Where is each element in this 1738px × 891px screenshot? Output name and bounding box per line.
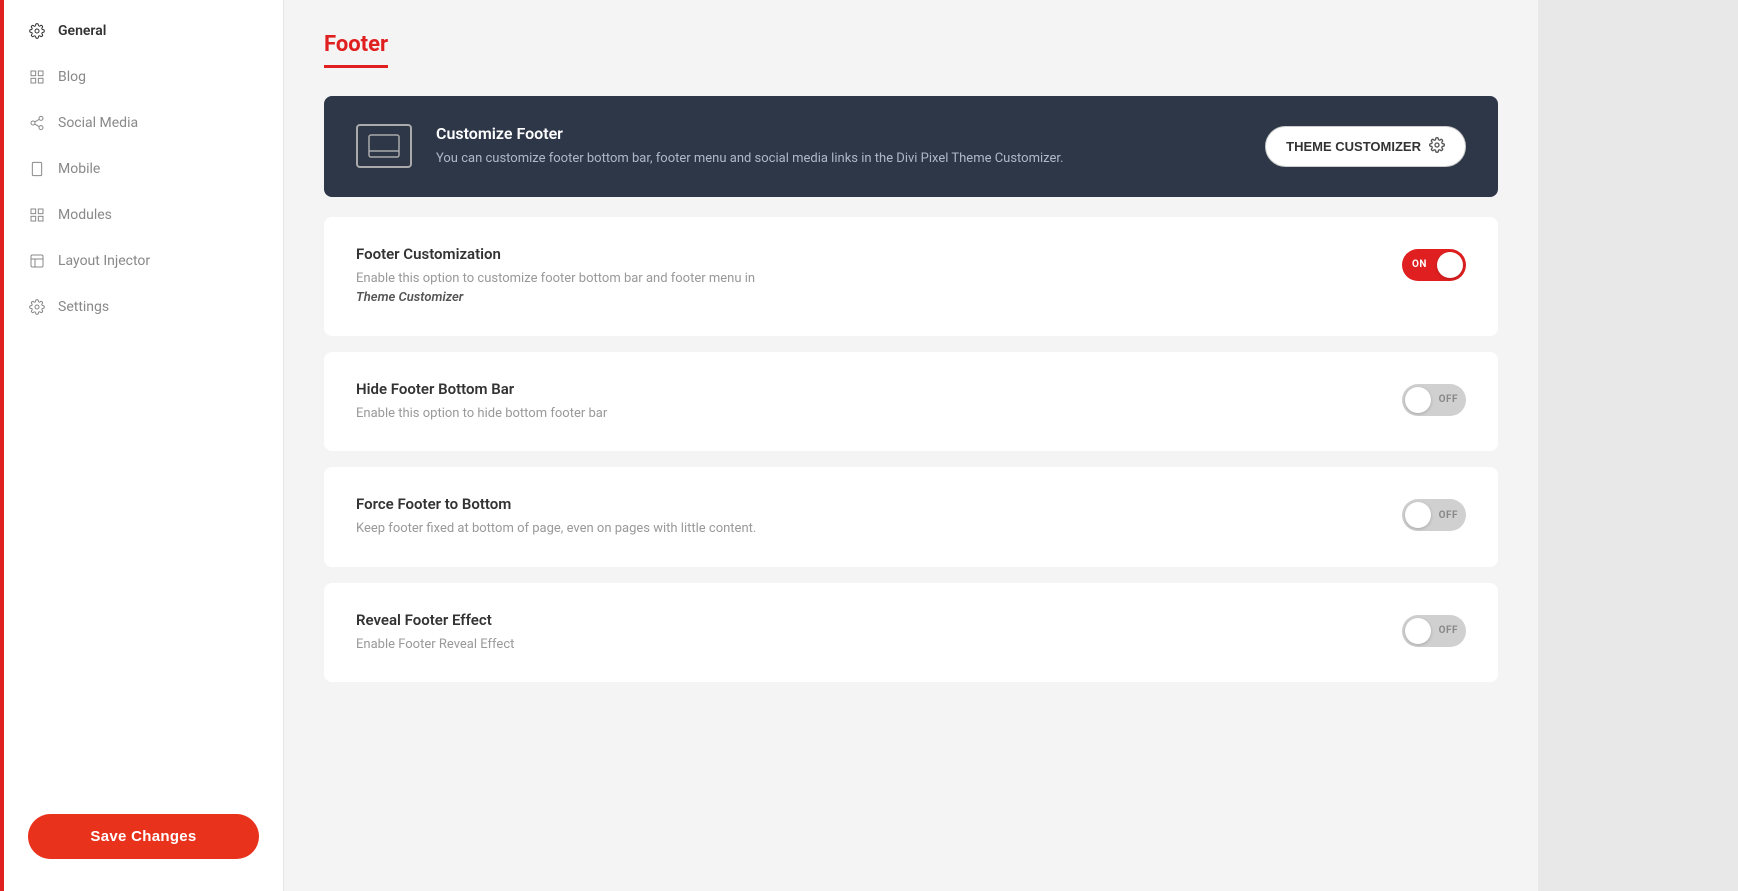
toggle-hide-footer[interactable]: OFF [1402, 384, 1466, 416]
setting-reveal-footer-effect-desc: Enable Footer Reveal Effect [356, 635, 514, 655]
sidebar-item-social-media-label: Social Media [58, 115, 138, 131]
setting-hide-footer-bottom-bar-text: Hide Footer Bottom Bar Enable this optio… [356, 380, 607, 424]
toggle-force-footer-knob [1405, 502, 1431, 528]
toggle-force-footer-wrap: OFF [1402, 499, 1466, 531]
customize-card-text: Customize Footer You can customize foote… [436, 124, 1241, 169]
toggle-force-footer-label: OFF [1439, 510, 1458, 521]
customize-card-description: You can customize footer bottom bar, foo… [436, 149, 1241, 169]
sidebar-item-settings[interactable]: Settings [4, 284, 283, 330]
save-changes-button[interactable]: Save Changes [28, 814, 259, 859]
sidebar-item-blog[interactable]: Blog [4, 54, 283, 100]
theme-customizer-gear-icon [1429, 137, 1445, 156]
toggle-footer-customization-wrap: ON [1402, 249, 1466, 281]
right-panel [1538, 0, 1738, 891]
sidebar-item-general-label: General [58, 23, 106, 39]
setting-hide-footer-bottom-bar: Hide Footer Bottom Bar Enable this optio… [324, 352, 1498, 452]
sidebar-item-settings-label: Settings [58, 299, 109, 315]
setting-reveal-footer-effect-text: Reveal Footer Effect Enable Footer Revea… [356, 611, 514, 655]
setting-force-footer-bottom: Force Footer to Bottom Keep footer fixed… [324, 467, 1498, 567]
customize-card-heading: Customize Footer [436, 124, 1241, 143]
toggle-hide-footer-label: OFF [1439, 394, 1458, 405]
toggle-footer-customization-knob [1437, 252, 1463, 278]
main-content: Footer Customize Footer You can customiz… [284, 0, 1538, 891]
toggle-reveal-footer[interactable]: OFF [1402, 615, 1466, 647]
setting-force-footer-bottom-title: Force Footer to Bottom [356, 495, 756, 513]
theme-customizer-link: Theme Customizer [356, 290, 463, 305]
toggle-footer-customization[interactable]: ON [1402, 249, 1466, 281]
save-button-wrap: Save Changes [4, 790, 283, 891]
setting-footer-customization: Footer Customization Enable this option … [324, 217, 1498, 336]
toggle-force-footer[interactable]: OFF [1402, 499, 1466, 531]
setting-footer-customization-title: Footer Customization [356, 245, 776, 263]
sidebar-item-mobile[interactable]: Mobile [4, 146, 283, 192]
monitor-icon [368, 134, 400, 158]
sidebar-item-modules[interactable]: Modules [4, 192, 283, 238]
sidebar-item-mobile-label: Mobile [58, 161, 100, 177]
share-icon [28, 114, 46, 132]
setting-footer-customization-desc: Enable this option to customize footer b… [356, 269, 776, 308]
toggle-reveal-footer-label: OFF [1439, 625, 1458, 636]
sidebar: General Blog Social Media Mobile Modules [4, 0, 284, 891]
setting-force-footer-bottom-text: Force Footer to Bottom Keep footer fixed… [356, 495, 756, 539]
toggle-reveal-footer-knob [1405, 618, 1431, 644]
modules-icon [28, 206, 46, 224]
mobile-icon [28, 160, 46, 178]
theme-customizer-label: THEME CUSTOMIZER [1286, 139, 1421, 154]
grid-icon [28, 68, 46, 86]
layout-icon [28, 252, 46, 270]
toggle-footer-customization-label: ON [1412, 259, 1427, 270]
sidebar-item-general[interactable]: General [4, 8, 283, 54]
sidebar-item-layout-injector-label: Layout Injector [58, 253, 150, 269]
theme-customizer-button[interactable]: THEME CUSTOMIZER [1265, 126, 1466, 167]
toggle-hide-footer-knob [1405, 387, 1431, 413]
sidebar-item-social-media[interactable]: Social Media [4, 100, 283, 146]
sidebar-item-modules-label: Modules [58, 207, 112, 223]
setting-reveal-footer-effect-title: Reveal Footer Effect [356, 611, 514, 629]
settings-gear-icon [28, 298, 46, 316]
page-title: Footer [324, 32, 388, 68]
toggle-hide-footer-wrap: OFF [1402, 384, 1466, 416]
setting-force-footer-bottom-desc: Keep footer fixed at bottom of page, eve… [356, 519, 756, 539]
toggle-reveal-footer-wrap: OFF [1402, 615, 1466, 647]
sidebar-item-layout-injector[interactable]: Layout Injector [4, 238, 283, 284]
setting-hide-footer-bottom-bar-desc: Enable this option to hide bottom footer… [356, 404, 607, 424]
customize-footer-card: Customize Footer You can customize foote… [324, 96, 1498, 197]
gear-icon [28, 22, 46, 40]
sidebar-item-blog-label: Blog [58, 69, 86, 85]
setting-hide-footer-bottom-bar-title: Hide Footer Bottom Bar [356, 380, 607, 398]
sidebar-nav: General Blog Social Media Mobile Modules [4, 0, 283, 790]
setting-reveal-footer-effect: Reveal Footer Effect Enable Footer Revea… [324, 583, 1498, 683]
setting-footer-customization-text: Footer Customization Enable this option … [356, 245, 776, 308]
footer-card-icon [356, 124, 412, 168]
